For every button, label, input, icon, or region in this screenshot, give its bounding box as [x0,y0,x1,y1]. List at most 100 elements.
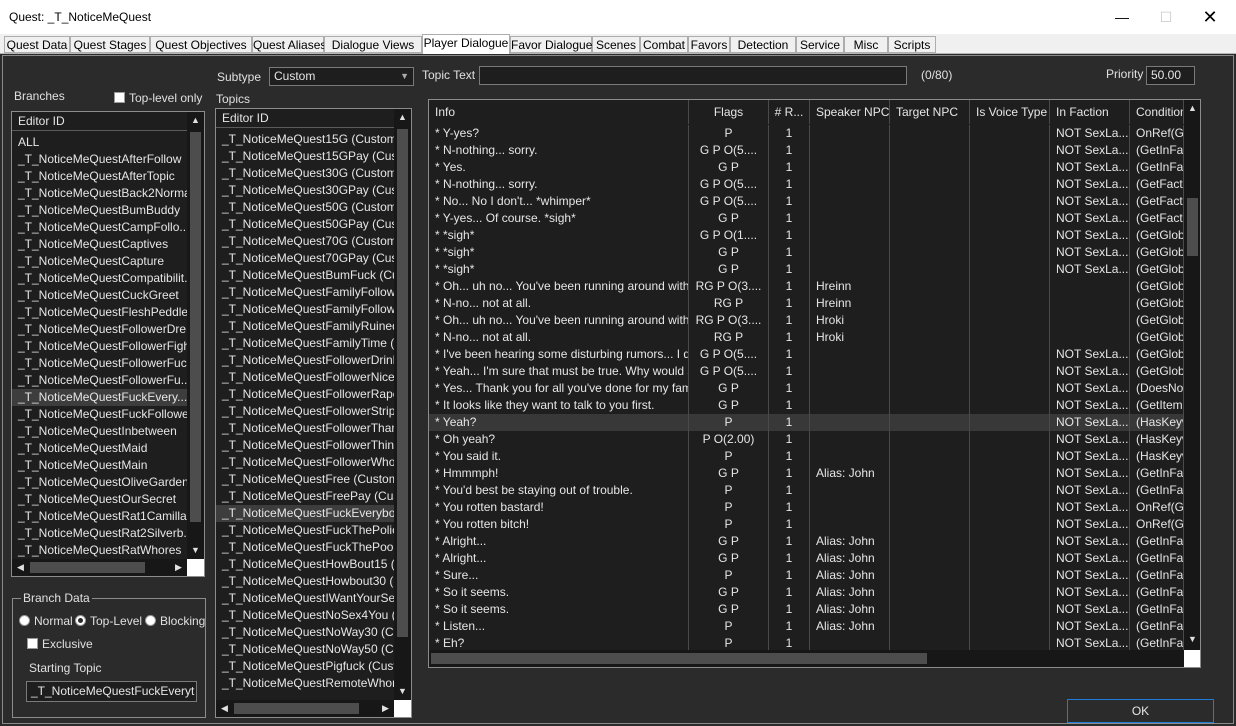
branches-items[interactable]: ALL _T_NoticeMeQuestAfterFollow _T_NoticeM… [12,134,187,558]
branch-item[interactable]: _T_NoticeMeQuestRat2Silverb... [12,525,187,542]
close-icon[interactable]: ✕ [1188,4,1232,30]
table-row[interactable]: * Alright... G P 1 Alias: John NOT SexLa...(… [429,550,1186,567]
branch-item[interactable]: _T_NoticeMeQuestFollowerFuck [12,355,187,372]
tab-misc[interactable]: Misc [844,36,888,53]
tab-detection[interactable]: Detection [730,36,796,53]
table-row[interactable]: * Yes... Thank you for all you've done f… [429,380,1186,397]
exclusive-checkbox[interactable] [27,638,38,649]
column-header-flags[interactable]: Flags [689,100,769,124]
topic-item[interactable]: _T_NoticeMeQuestFuckThePolice ( [216,522,394,539]
column-header-speaker-npc[interactable]: Speaker NPC [810,100,890,124]
table-row[interactable]: * It looks like they want to talk to you… [429,397,1186,414]
tab-player-dialogue[interactable]: Player Dialogue [422,34,510,54]
scroll-down-icon[interactable]: ▼ [394,683,411,700]
tab-favor-dialogue[interactable]: Favor Dialogue [510,36,592,53]
branches-vscroll[interactable]: ▲ ▼ [187,112,204,559]
table-row[interactable]: * I've been hearing some disturbing rumo… [429,346,1186,363]
branch-item[interactable]: _T_NoticeMeQuestCompatibilit... [12,270,187,287]
topic-item[interactable]: _T_NoticeMeQuestFamilyFollow (Cu [216,284,394,301]
table-row[interactable]: * Oh... uh no... You've been running aro… [429,278,1186,295]
radio-normal[interactable] [19,615,30,626]
table-row[interactable]: * Yeah... I'm sure that must be true. Wh… [429,363,1186,380]
scroll-right-icon[interactable]: ▶ [170,559,187,576]
table-row[interactable]: * Listen... P 1 Alias: John NOT SexLa... (Get… [429,618,1186,635]
topic-item[interactable]: _T_NoticeMeQuest70GPay (Custom [216,250,394,267]
topic-item[interactable]: _T_NoticeMeQuestIWantYourSex ( [216,590,394,607]
topic-item[interactable]: _T_NoticeMeQuestFamilyFollowAga [216,301,394,318]
table-row[interactable]: * Hmmmph! G P 1 Alias: John NOT SexLa... (Get… [429,465,1186,482]
column-header-target-npc[interactable]: Target NPC [890,100,970,124]
table-row[interactable]: * N-nothing... sorry. G P O(5.... 1 NOT Sex… [429,142,1186,159]
topic-item[interactable]: _T_NoticeMeQuestFree (Custom) [216,471,394,488]
scroll-thumb[interactable] [30,562,145,573]
grid-vscroll[interactable]: ▲ ▼ [1184,100,1200,650]
tab-scripts[interactable]: Scripts [888,36,936,53]
topic-item[interactable]: _T_NoticeMeQuest50G (Custom) [216,199,394,216]
topic-item[interactable]: _T_NoticeMeQuestFollowerThinkOf [216,437,394,454]
branch-item[interactable]: _T_NoticeMeQuestFollowerFu... [12,372,187,389]
topics-list[interactable]: Editor ID _T_NoticeMeQuest15G (Custom) _T… [215,108,412,718]
branch-item[interactable]: _T_NoticeMeQuestRatWhores [12,542,187,558]
topic-item[interactable]: _T_NoticeMeQuest30G (Custom) [216,165,394,182]
column-header--r[interactable]: # R... [769,100,810,124]
branch-item[interactable]: _T_NoticeMeQuestFuckFollower [12,406,187,423]
table-row[interactable]: * Yes.G P1 NOT SexLa...(GetInFac [429,159,1186,176]
topic-item[interactable]: _T_NoticeMeQuest70G (Custom) [216,233,394,250]
minimize-icon[interactable]: — [1100,4,1144,30]
branch-item[interactable]: _T_NoticeMeQuestMain [12,457,187,474]
tab-quest-aliases[interactable]: Quest Aliases [252,36,326,53]
topic-item[interactable]: _T_NoticeMeQuest50GPay (Custom [216,216,394,233]
radio-top-level[interactable] [75,615,86,626]
topic-text-input[interactable] [479,66,907,85]
branch-item[interactable]: _T_NoticeMeQuestCampFollo... [12,219,187,236]
column-header-conditions[interactable]: Conditions [1130,100,1184,124]
topic-item[interactable]: _T_NoticeMeQuestNoSex4You (Cu [216,607,394,624]
column-header-info[interactable]: Info [429,100,689,124]
branch-item[interactable]: _T_NoticeMeQuestFollowerFight [12,338,187,355]
topics-vscroll[interactable]: ▲ ▼ [394,109,411,700]
branch-item[interactable]: _T_NoticeMeQuestAfterFollow [12,151,187,168]
topic-item[interactable]: _T_NoticeMeQuestPigfuck (Custom [216,658,394,675]
table-row[interactable]: * You rotten bastard! P 1 NOT SexLa... OnRef… [429,499,1186,516]
scroll-thumb[interactable] [397,129,408,637]
table-row[interactable]: * So it seems. G P 1 Alias: John NOT SexLa..… [429,584,1186,601]
ok-button[interactable]: OK [1067,699,1214,723]
scroll-up-icon[interactable]: ▲ [187,112,204,129]
topic-item[interactable]: _T_NoticeMeQuestFollowerThaneF [216,420,394,437]
topic-item[interactable]: _T_NoticeMeQuestNoWay30 (Cust [216,624,394,641]
branch-item[interactable]: _T_NoticeMeQuestRat1Camilla [12,508,187,525]
scroll-down-icon[interactable]: ▼ [1184,631,1200,648]
topic-item[interactable]: _T_NoticeMeQuestHowBout15 (Cus [216,556,394,573]
table-row[interactable]: * N-no... not at all.RG P1Hroki (GetGloba [429,329,1186,346]
starting-topic-select[interactable]: _T_NoticeMeQuestFuckEveryt [26,681,197,702]
branch-item[interactable]: _T_NoticeMeQuestBumBuddy [12,202,187,219]
tab-dialogue-views[interactable]: Dialogue Views [324,36,422,53]
branch-item[interactable]: _T_NoticeMeQuestBack2Normal [12,185,187,202]
topic-item[interactable]: _T_NoticeMeQuestFollowerRapeCh [216,386,394,403]
branches-header-editor-id[interactable]: Editor ID [12,112,187,131]
tab-combat[interactable]: Combat [640,36,688,53]
topic-item[interactable]: _T_NoticeMeQuestFuckEverybody ( [216,505,394,522]
branch-item[interactable]: _T_NoticeMeQuestCaptives [12,236,187,253]
scroll-left-icon[interactable]: ◀ [216,700,233,717]
branch-item[interactable]: _T_NoticeMeQuestFuckEvery... [12,389,187,406]
chevron-down-icon[interactable]: ▼ [400,68,409,85]
subtype-select[interactable]: Custom ▼ [269,67,414,86]
table-row[interactable]: * *sigh*G P O(1....1 NOT SexLa...(GetGlob… [429,227,1186,244]
topic-item[interactable]: _T_NoticeMeQuestRemoteWhore (C [216,675,394,692]
priority-input[interactable]: 50.00 [1146,66,1195,85]
branch-item[interactable]: _T_NoticeMeQuestMaid [12,440,187,457]
table-row[interactable]: * You rotten bitch! P 1 NOT SexLa... OnRef(G… [429,516,1186,533]
branch-item[interactable]: _T_NoticeMeQuestCuckGreet [12,287,187,304]
scroll-up-icon[interactable]: ▲ [394,109,411,126]
topic-item[interactable]: _T_NoticeMeQuestFamilyRuined (C [216,318,394,335]
topic-item[interactable]: _T_NoticeMeQuestHowbout30 (Cus [216,573,394,590]
table-row[interactable]: * No... No I don't... *whimper* G P O(5..… [429,193,1186,210]
tab-quest-stages[interactable]: Quest Stages [70,36,150,53]
grid-hscroll[interactable] [429,650,1184,667]
topic-item[interactable]: _T_NoticeMeQuestFollowerStrip (Cu [216,403,394,420]
scroll-up-icon[interactable]: ▲ [1184,100,1200,117]
scroll-thumb[interactable] [234,703,359,714]
table-row[interactable]: * Y-yes?P1 NOT SexLa...OnRef(Ge [429,125,1186,142]
table-row[interactable]: * Oh... uh no... You've been running aro… [429,312,1186,329]
